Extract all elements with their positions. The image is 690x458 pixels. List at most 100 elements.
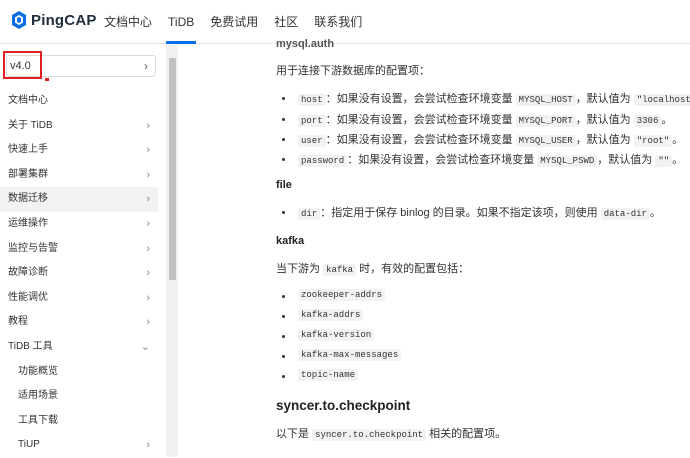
sidebar-item-quick-start[interactable]: 快速上手 › [0, 138, 158, 163]
list-item: kafka-max-messages [298, 348, 402, 361]
code-inline: MYSQL_HOST [515, 94, 576, 106]
nav-free-trial[interactable]: 免费试用 [202, 0, 266, 44]
list-bullet [282, 158, 285, 161]
sidebar-item-tutorials[interactable]: 教程 › [0, 310, 158, 335]
checkpoint-heading: syncer.to.checkpoint [276, 398, 411, 413]
docs-sidebar: v4.0 › 文档中心 关于 TiDB › 快速上手 › 部署集群 › 数据迁移 › 运… [0, 45, 166, 457]
chevron-right-icon: › [146, 144, 150, 157]
code-inline: port [298, 115, 326, 127]
code-inline: zookeeper-addrs [298, 289, 386, 301]
code-inline: host [298, 94, 326, 106]
list-bullet [282, 315, 285, 318]
nav-tidb[interactable]: TiDB [160, 0, 202, 44]
chevron-right-icon: › [146, 291, 150, 304]
sidebar-scroll-thumb[interactable] [169, 58, 176, 280]
list-text: 。 [649, 207, 661, 219]
list-text: ：指定用于保存 binlog 的目录。如果不指定该项，则使用 [320, 207, 601, 219]
list-bullet [282, 355, 285, 358]
nav-docs[interactable]: 文档中心 [96, 0, 160, 44]
kafka-intro: 当下游为 kafka 时，有效的配置包括： [276, 260, 469, 276]
sidebar-item-docs-home[interactable]: 文档中心 [0, 89, 158, 114]
code-inline: "localhost" [633, 94, 690, 106]
sidebar-item-label: 工具下载 [18, 414, 58, 426]
paragraph-text: 以下是 [276, 428, 313, 440]
sidebar-item-label: 教程 [8, 316, 28, 328]
code-inline: kafka-max-messages [298, 349, 402, 361]
code-inline: user [298, 135, 326, 147]
chevron-right-icon: › [146, 168, 150, 181]
code-inline: kafka [323, 264, 357, 276]
code-inline: password [298, 155, 348, 167]
sidebar-item-troubleshoot[interactable]: 故障诊断 › [0, 261, 158, 286]
annotation-mark [45, 78, 49, 81]
sidebar-item-label: 文档中心 [8, 95, 48, 106]
chevron-down-icon: ⌄ [140, 340, 150, 353]
list-text: ：如果没有设置，会尝试检查环境变量 [325, 114, 516, 126]
chevron-right-icon: › [146, 439, 150, 452]
list-bullet [282, 118, 285, 121]
sidebar-item-tools-overview[interactable]: 功能概览 [0, 360, 158, 385]
sidebar-item-label: 快速上手 [8, 144, 48, 156]
chevron-right-icon: › [146, 316, 150, 329]
list-bullet [282, 295, 285, 298]
list-item: kafka-version [298, 328, 375, 341]
code-inline: data-dir [600, 208, 650, 220]
paragraph-text: 时，有效的配置包括： [356, 263, 470, 275]
list-item: zookeeper-addrs [298, 288, 386, 301]
code-inline: 3306 [633, 115, 662, 127]
sidebar-menu: 文档中心 关于 TiDB › 快速上手 › 部署集群 › 数据迁移 › 运维操作 › 监控… [0, 89, 158, 458]
pingcap-logo[interactable]: PingCAP [12, 11, 97, 29]
list-text: 。 [672, 154, 684, 166]
paragraph-text: 相关的配置项。 [426, 428, 507, 440]
sidebar-item-performance[interactable]: 性能调优 › [0, 286, 158, 311]
version-highlight-box [3, 51, 42, 79]
code-inline: syncer.to.checkpoint [312, 429, 427, 441]
list-bullet [282, 335, 285, 338]
list-item: host ：如果没有设置，会尝试检查环境变量 MYSQL_HOST ，默认值为 "l… [298, 90, 690, 106]
sidebar-item-use-cases[interactable]: 适用场景 [0, 384, 158, 409]
code-inline: MYSQL_USER [515, 135, 576, 147]
chevron-right-icon: › [144, 59, 148, 73]
sidebar-item-operations[interactable]: 运维操作 › [0, 212, 158, 237]
sidebar-item-label: 部署集群 [8, 168, 48, 180]
list-bullet [282, 211, 285, 214]
code-inline: kafka-addrs [298, 309, 364, 321]
sidebar-item-label: 功能概览 [18, 365, 58, 377]
code-inline: topic-name [298, 369, 359, 381]
list-text: ，默认值为 [575, 134, 634, 146]
list-bullet [282, 138, 285, 141]
brand-name: PingCAP [31, 11, 97, 29]
list-text: 。 [661, 114, 673, 126]
sidebar-item-label: 运维操作 [8, 217, 48, 229]
list-bullet [282, 97, 285, 100]
sidebar-item-deploy[interactable]: 部署集群 › [0, 163, 158, 188]
paragraph-text: 当下游为 [276, 263, 324, 275]
sidebar-item-tidb-tools[interactable]: TiDB 工具 ⌄ [0, 335, 158, 360]
chevron-right-icon: › [146, 242, 150, 255]
file-heading: file [276, 179, 292, 191]
code-inline: MYSQL_PORT [515, 115, 576, 127]
list-item: port ：如果没有设置，会尝试检查环境变量 MYSQL_PORT ，默认值为 33… [298, 111, 672, 127]
list-text: ，默认值为 [597, 154, 656, 166]
kafka-heading: kafka [276, 235, 305, 247]
list-text: 。 [672, 134, 684, 146]
list-text: ：如果没有设置，会尝试检查环境变量 [325, 134, 516, 146]
top-header: PingCAP 文档中心 TiDB 免费试用 社区 联系我们 [0, 0, 690, 44]
code-inline: "root" [633, 135, 673, 147]
sidebar-item-monitoring[interactable]: 监控与告警 › [0, 237, 158, 262]
sidebar-item-label: TiUP [18, 439, 40, 451]
code-inline: "" [655, 155, 673, 167]
sidebar-item-download[interactable]: 工具下载 [0, 409, 158, 434]
sidebar-item-about[interactable]: 关于 TiDB › [0, 114, 158, 139]
list-item: dir ：指定用于保存 binlog 的目录。如果不指定该项，则使用 data-d… [298, 204, 661, 220]
sidebar-item-tiup[interactable]: TiUP › [0, 433, 158, 458]
list-bullet [282, 375, 285, 378]
list-item: kafka-addrs [298, 308, 364, 321]
chevron-right-icon: › [146, 119, 150, 132]
sidebar-item-label: TiDB 工具 [8, 340, 53, 352]
sidebar-item-label: 适用场景 [18, 390, 58, 402]
code-inline: dir [298, 208, 321, 220]
checkpoint-intro: 以下是 syncer.to.checkpoint 相关的配置项。 [276, 425, 506, 441]
code-inline: MYSQL_PSWD [537, 155, 598, 167]
sidebar-item-migration[interactable]: 数据迁移 › [0, 187, 158, 212]
